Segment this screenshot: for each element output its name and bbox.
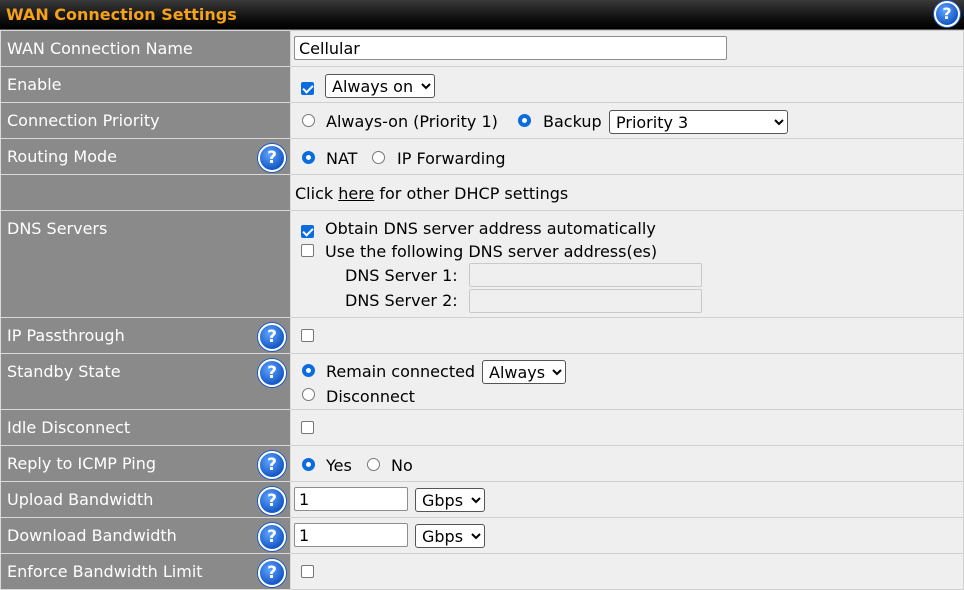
standby-state-label: Standby State [7,362,121,381]
panel-header: WAN Connection Settings ? [0,0,964,30]
standby-remain-label: Remain connected [326,362,476,381]
routing-mode-help-icon[interactable]: ? [258,144,286,172]
download-bandwidth-input[interactable] [294,523,408,547]
row-standby-state: Standby State ? Remain connected Always … [0,353,964,410]
dns-auto-label: Obtain DNS server address automatically [325,219,656,238]
routing-ip-forwarding-radio[interactable] [372,151,385,164]
connection-name-input[interactable] [294,36,727,60]
enable-checkbox[interactable] [301,82,314,95]
ip-passthrough-help-icon[interactable]: ? [258,323,286,351]
connection-name-label: WAN Connection Name [7,39,193,58]
icmp-no-radio[interactable] [367,458,380,471]
dns-manual-label: Use the following DNS server address(es) [325,242,658,261]
dhcp-settings-link[interactable]: here [338,184,374,203]
panel-title: WAN Connection Settings [6,5,237,24]
row-connection-priority: Connection Priority Always-on (Priority … [0,102,964,139]
standby-remain-radio[interactable] [302,364,315,377]
upload-bandwidth-help-icon[interactable]: ? [258,487,286,515]
icmp-no-label: No [391,456,413,475]
priority-always-on-label: Always-on (Priority 1) [326,112,498,131]
standby-select[interactable]: Always [482,360,566,384]
dns-server-2-label: DNS Server 2: [345,291,458,310]
row-dns-servers: DNS Servers Obtain DNS server address au… [0,210,964,318]
upload-unit-select[interactable]: Gbps [415,488,485,512]
download-bandwidth-label: Download Bandwidth [7,526,177,545]
dns-server-1-label: DNS Server 1: [345,266,458,285]
standby-disconnect-radio[interactable] [302,388,315,401]
enable-label: Enable [7,75,62,94]
row-upload-bandwidth: Upload Bandwidth ? Gbps [0,481,964,518]
help-icon[interactable]: ? [934,1,960,27]
enforce-bandwidth-limit-label: Enforce Bandwidth Limit [7,562,203,581]
idle-disconnect-label: Idle Disconnect [7,418,131,437]
dns-server-2-input[interactable] [469,289,702,313]
priority-always-on-radio[interactable] [302,114,315,127]
icmp-ping-help-icon[interactable]: ? [258,451,286,479]
connection-priority-label: Connection Priority [7,111,160,130]
idle-disconnect-checkbox[interactable] [301,421,314,434]
icmp-yes-label: Yes [326,456,352,475]
priority-backup-label: Backup [543,112,602,131]
settings-table: WAN Connection Name Enable Always on Con… [0,30,964,590]
routing-mode-label: Routing Mode [7,147,118,166]
enforce-bandwidth-limit-checkbox[interactable] [301,565,314,578]
dns-servers-label: DNS Servers [7,219,108,238]
priority-select[interactable]: Priority 3 [609,110,788,134]
row-enforce-bandwidth-limit: Enforce Bandwidth Limit ? [0,553,964,590]
enforce-bandwidth-limit-help-icon[interactable]: ? [258,559,286,587]
row-routing-mode: Routing Mode ? NAT IP Forwarding [0,138,964,175]
routing-nat-label: NAT [326,149,358,168]
upload-bandwidth-label: Upload Bandwidth [7,490,154,509]
standby-disconnect-label: Disconnect [326,387,415,406]
routing-ip-forwarding-label: IP Forwarding [397,149,506,168]
download-bandwidth-help-icon[interactable]: ? [258,523,286,551]
priority-backup-radio[interactable] [518,114,531,127]
dns-server-1-input[interactable] [469,263,702,287]
row-enable: Enable Always on [0,66,964,103]
download-unit-select[interactable]: Gbps [415,524,485,548]
ip-passthrough-checkbox[interactable] [301,329,314,342]
standby-state-help-icon[interactable]: ? [258,359,286,387]
ip-passthrough-label: IP Passthrough [7,326,125,345]
row-idle-disconnect: Idle Disconnect [0,409,964,446]
dhcp-text: Click here for other DHCP settings [295,184,568,203]
dns-auto-checkbox[interactable] [301,225,314,238]
row-icmp-ping: Reply to ICMP Ping ? Yes No [0,445,964,482]
row-ip-passthrough: IP Passthrough ? [0,317,964,354]
dhcp-prefix: Click [295,184,334,203]
row-download-bandwidth: Download Bandwidth ? Gbps [0,517,964,554]
upload-bandwidth-input[interactable] [294,487,408,511]
row-connection-name: WAN Connection Name [0,30,964,67]
icmp-yes-radio[interactable] [302,458,315,471]
dhcp-suffix: for other DHCP settings [379,184,569,203]
row-dhcp: Click here for other DHCP settings [0,174,964,211]
routing-nat-radio[interactable] [302,151,315,164]
icmp-ping-label: Reply to ICMP Ping [7,454,157,473]
dns-manual-checkbox[interactable] [301,244,314,257]
enable-select[interactable]: Always on [325,74,435,98]
